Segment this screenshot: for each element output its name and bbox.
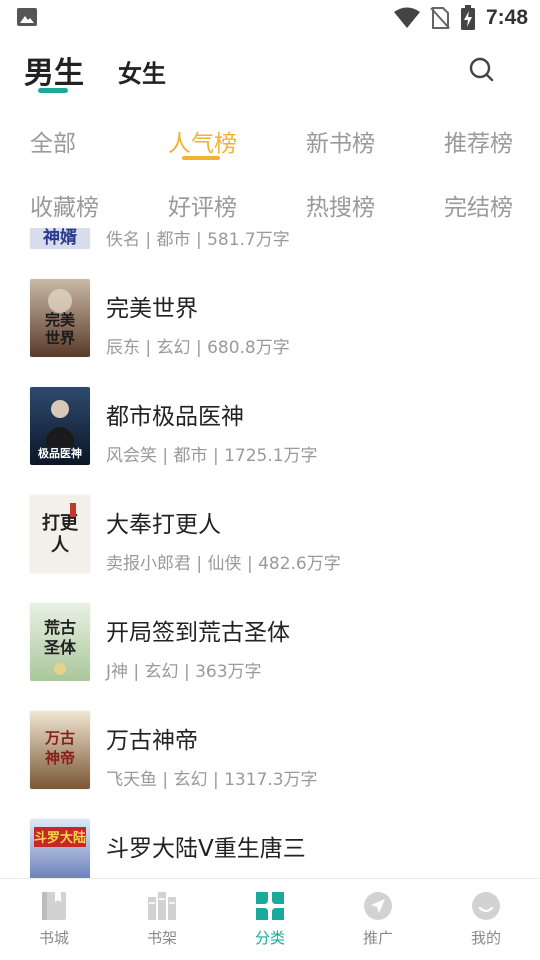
book-meta: 风会笑 | 都市 | 1725.1万字 — [106, 446, 318, 466]
svg-text:完美: 完美 — [45, 311, 76, 329]
clock-time: 7:48 — [485, 6, 528, 29]
tab-female[interactable]: 女生 — [118, 54, 166, 89]
book-meta: 卖报小郎君 | 仙侠 | 482.6万字 — [106, 554, 341, 574]
battery-charging-icon — [460, 5, 475, 30]
book-list-item[interactable]: 完美 世界 完美世界 辰东 | 玄幻 | 680.8万字 — [0, 269, 540, 377]
svg-text:圣体: 圣体 — [43, 638, 77, 657]
nav-bookshelf[interactable]: 书架 — [122, 891, 202, 955]
nav-promote[interactable]: 推广 — [338, 891, 418, 955]
book-title: 万古神帝 — [106, 728, 198, 754]
bottom-navigation: 书城 书架 分类 推广 我的 — [0, 878, 540, 960]
nav-category[interactable]: 分类 — [230, 891, 310, 955]
book-cover: 万古 神帝 — [30, 711, 90, 789]
nav-label: 书架 — [146, 929, 177, 947]
book-cover: 荒古 圣体 — [30, 603, 90, 681]
book-title: 开局签到荒古圣体 — [106, 620, 290, 646]
book-cover: 斗罗大陆 — [30, 819, 90, 878]
nav-label: 分类 — [254, 929, 285, 947]
book-title: 大奉打更人 — [106, 512, 221, 538]
image-notification-icon — [17, 8, 37, 26]
rank-tab-trending-search[interactable]: 热搜榜 — [306, 188, 375, 222]
svg-text:斗罗大陆: 斗罗大陆 — [34, 830, 86, 846]
book-list-item[interactable]: 打更 人 大奉打更人 卖报小郎君 | 仙侠 | 482.6万字 — [0, 485, 540, 593]
no-sim-icon — [430, 7, 450, 29]
nav-label: 书城 — [38, 929, 69, 947]
rank-tab-recommended[interactable]: 推荐榜 — [444, 124, 513, 158]
rank-tab-new[interactable]: 新书榜 — [306, 124, 375, 158]
book-meta: 辰东 | 玄幻 | 680.8万字 — [106, 338, 290, 358]
status-bar: 7:48 — [0, 0, 540, 36]
tab-male[interactable]: 男生 — [24, 48, 84, 92]
category-grid-icon — [256, 892, 284, 920]
active-tab-indicator — [38, 88, 68, 93]
rank-tab-top-rated[interactable]: 好评榜 — [168, 188, 237, 222]
nav-bookstore[interactable]: 书城 — [14, 891, 94, 955]
book-list[interactable]: 神婿 佚名 | 都市 | 581.7万字 完美 世界 完美世界 辰东 | 玄幻 … — [0, 228, 540, 878]
rank-active-indicator — [182, 156, 220, 160]
profile-smile-icon — [472, 892, 500, 920]
book-list-item[interactable]: 荒古 圣体 开局签到荒古圣体 J神 | 玄幻 | 363万字 — [0, 593, 540, 701]
book-title: 斗罗大陆V重生唐三 — [106, 836, 306, 862]
book-cover: 极品医神 — [30, 387, 90, 465]
svg-text:神婿: 神婿 — [43, 228, 77, 248]
book-list-item[interactable]: 万古 神帝 万古神帝 飞天鱼 | 玄幻 | 1317.3万字 — [0, 701, 540, 809]
rank-tab-popular[interactable]: 人气榜 — [168, 124, 237, 158]
book-title: 都市极品医神 — [106, 404, 244, 430]
rank-tab-completed[interactable]: 完结榜 — [444, 188, 513, 222]
book-list-item[interactable]: 斗罗大陆 斗罗大陆V重生唐三 — [0, 809, 540, 878]
book-title: 完美世界 — [106, 296, 198, 322]
book-meta: 飞天鱼 | 玄幻 | 1317.3万字 — [106, 770, 318, 790]
svg-text:极品医神: 极品医神 — [38, 446, 82, 460]
book-meta: J神 | 玄幻 | 363万字 — [106, 662, 262, 682]
svg-text:荒古: 荒古 — [43, 618, 76, 637]
nav-label: 我的 — [470, 929, 501, 947]
book-meta: 佚名 | 都市 | 581.7万字 — [106, 230, 290, 250]
rank-tab-favorites[interactable]: 收藏榜 — [30, 188, 99, 222]
wifi-icon — [393, 7, 420, 28]
rank-tab-all[interactable]: 全部 — [30, 124, 76, 158]
book-list-item[interactable]: 神婿 佚名 | 都市 | 581.7万字 — [0, 228, 540, 269]
book-list-item[interactable]: 极品医神 都市极品医神 风会笑 | 都市 | 1725.1万字 — [0, 377, 540, 485]
book-icon — [42, 892, 66, 920]
bookshelf-icon — [148, 892, 176, 920]
book-cover: 打更 人 — [30, 495, 90, 573]
nav-label: 推广 — [362, 929, 393, 947]
search-icon[interactable] — [466, 54, 498, 86]
nav-profile[interactable]: 我的 — [446, 891, 526, 955]
svg-text:神帝: 神帝 — [45, 749, 75, 767]
svg-text:万古: 万古 — [44, 729, 75, 747]
book-cover: 完美 世界 — [30, 279, 90, 357]
book-cover: 神婿 — [30, 228, 90, 249]
svg-text:人: 人 — [51, 535, 70, 556]
svg-text:世界: 世界 — [45, 329, 75, 347]
gender-tabs: 男生 女生 — [0, 44, 540, 100]
promote-arrow-icon — [364, 892, 392, 920]
